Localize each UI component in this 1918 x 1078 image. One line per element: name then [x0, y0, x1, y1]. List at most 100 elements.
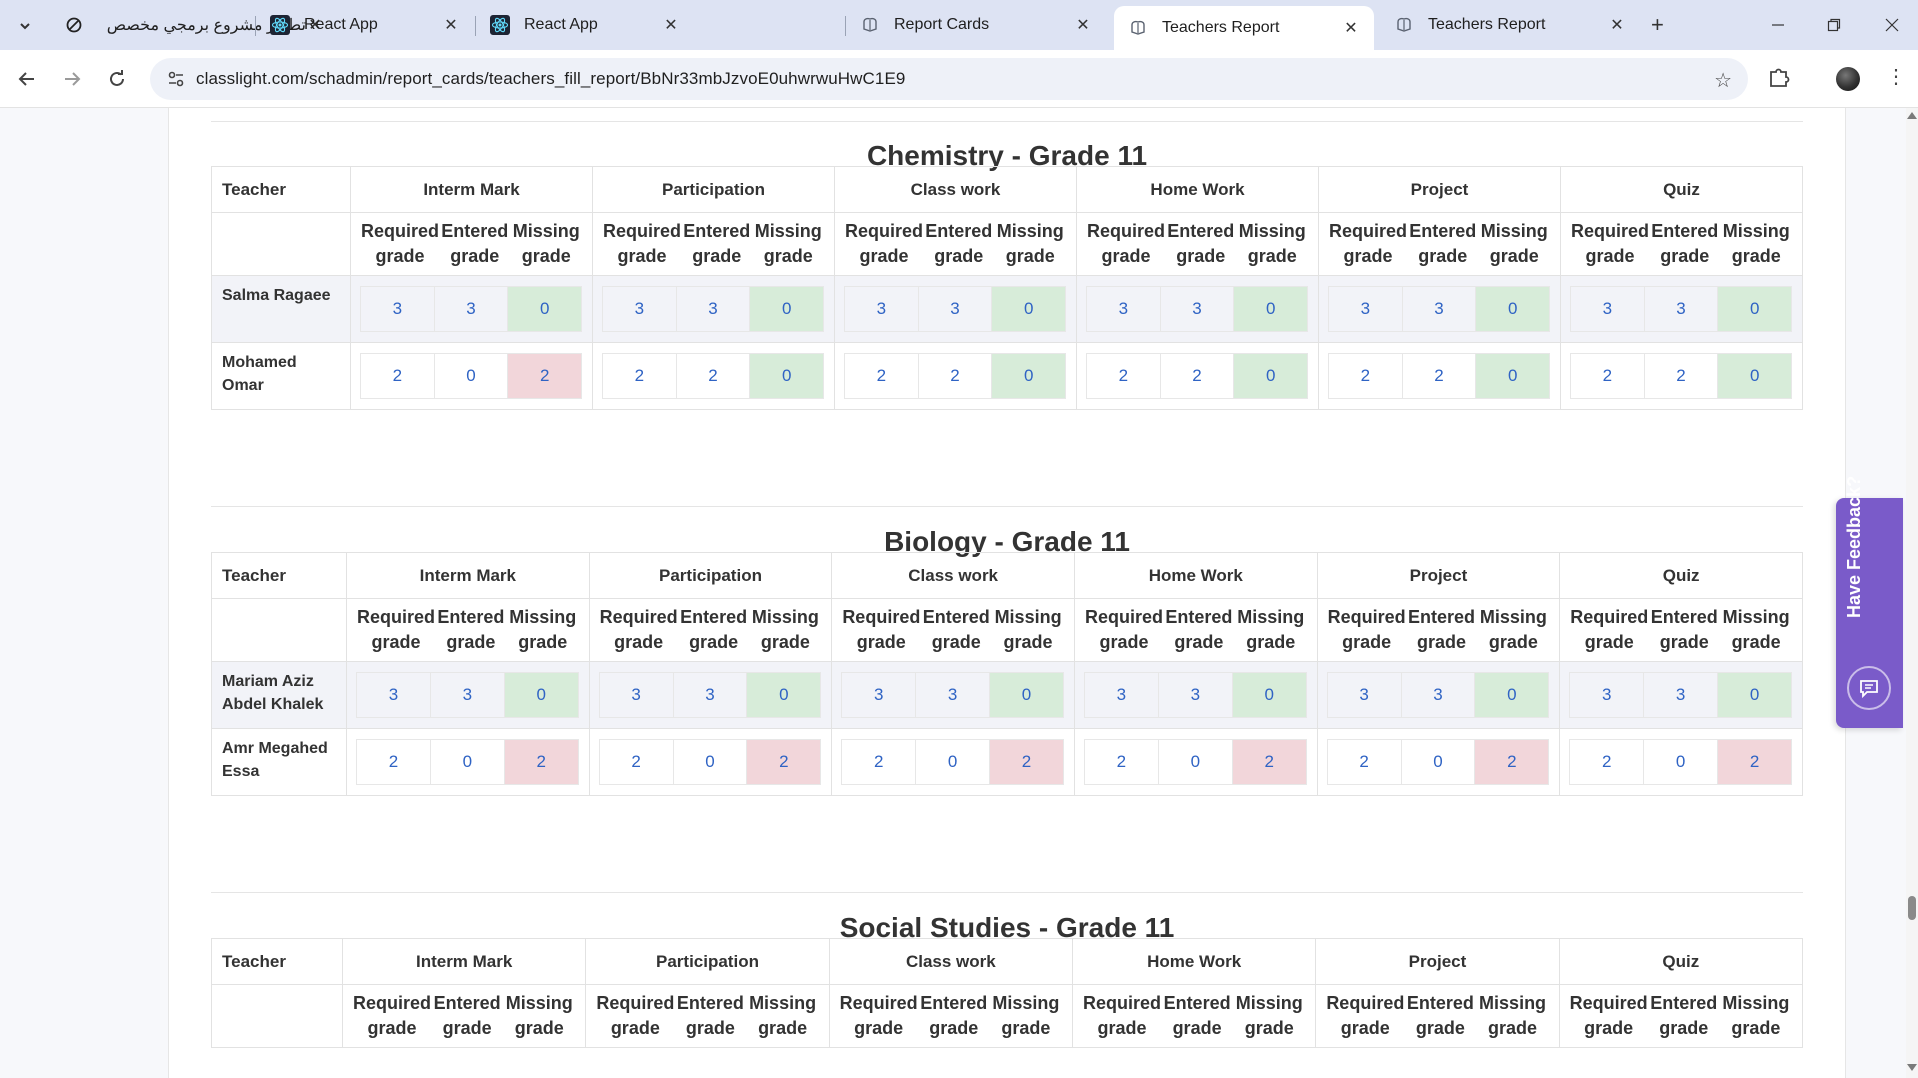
bookmark-star-icon[interactable]: ☆	[1714, 68, 1732, 93]
missing-value: 0	[991, 353, 1067, 399]
back-button[interactable]	[12, 64, 42, 94]
vertical-scrollbar[interactable]	[1906, 108, 1918, 1078]
required-value: 2	[598, 739, 674, 785]
url-text[interactable]: classlight.com/schadmin/report_cards/tea…	[196, 69, 905, 89]
tab-label: React App	[304, 16, 378, 33]
browser-tab[interactable]: Report Cards ✕	[846, 7, 1106, 43]
browser-tab[interactable]: React App ✕	[476, 7, 694, 43]
restore-button[interactable]	[1814, 10, 1854, 40]
sub-header: Required grade	[357, 607, 436, 652]
report-table: Teacher Interm Mark Participation Class …	[211, 552, 1803, 796]
close-window-button[interactable]	[1872, 10, 1912, 40]
tab-label: Teachers Report	[1162, 19, 1280, 36]
sub-header: Missing grade	[992, 993, 1060, 1038]
arrow-right-icon	[65, 72, 81, 86]
missing-value: 0	[1231, 672, 1307, 718]
browser-tab-active[interactable]: Teachers Report ✕	[1114, 6, 1374, 50]
missing-value: 0	[991, 286, 1067, 332]
teacher-column-header: Teacher	[211, 552, 347, 599]
reload-button[interactable]	[102, 64, 132, 94]
new-tab-button[interactable]: +	[1651, 12, 1664, 38]
sub-header: Required grade	[596, 993, 675, 1038]
feedback-tab[interactable]: Have Feedback?	[1836, 476, 1903, 728]
missing-value: 2	[989, 739, 1064, 785]
required-value: 3	[1570, 286, 1645, 332]
close-icon[interactable]: ✕	[442, 16, 460, 34]
scroll-up-arrow-icon[interactable]	[1907, 112, 1917, 119]
minimize-button[interactable]	[1758, 10, 1798, 40]
missing-value: 2	[503, 739, 579, 785]
required-value: 3	[1086, 286, 1161, 332]
required-value: 2	[1086, 353, 1161, 399]
react-icon	[490, 15, 510, 35]
close-icon[interactable]: ✕	[662, 16, 680, 34]
sub-header: Missing grade	[754, 221, 822, 266]
sub-header: Missing grade	[751, 607, 819, 652]
required-value: 3	[356, 672, 431, 718]
sub-header: Entered grade	[1167, 221, 1235, 266]
sub-header: Missing grade	[1722, 607, 1790, 652]
close-icon[interactable]: ✕	[1608, 16, 1626, 34]
required-value: 2	[1326, 739, 1402, 785]
address-bar[interactable]: classlight.com/schadmin/report_cards/tea…	[150, 58, 1748, 100]
site-settings-icon[interactable]	[156, 69, 196, 89]
missing-value: 0	[1474, 672, 1550, 718]
entered-value: 3	[672, 672, 748, 718]
required-value: 2	[360, 353, 435, 399]
sub-header: Required grade	[1571, 221, 1650, 266]
teacher-name: Mohamed Omar	[211, 342, 351, 410]
tab-label: Report Cards	[894, 16, 990, 33]
column-header: Class work	[831, 552, 1075, 599]
browser-tab[interactable]: Teachers Report ✕	[1380, 7, 1640, 43]
missing-value: 0	[1475, 353, 1551, 399]
entered-value: 2	[1401, 353, 1477, 399]
entered-value: 3	[429, 672, 505, 718]
required-value: 2	[356, 739, 431, 785]
sub-header: Missing grade	[749, 993, 817, 1038]
column-header: Project	[1318, 166, 1561, 213]
browser-tab[interactable]: React App ✕	[256, 7, 474, 43]
sub-header: Required grade	[1082, 993, 1161, 1038]
scroll-thumb[interactable]	[1908, 896, 1916, 920]
sub-header: Entered grade	[1163, 993, 1231, 1038]
sub-header: Missing grade	[1480, 221, 1548, 266]
chat-icon	[1847, 666, 1891, 710]
sub-header: Missing grade	[1479, 993, 1547, 1038]
missing-value: 2	[746, 739, 822, 785]
teacher-name: Amr Megahed Essa	[211, 728, 347, 796]
sub-header: Entered grade	[1165, 607, 1233, 652]
close-icon[interactable]: ✕	[1074, 16, 1092, 34]
column-header: Interm Mark	[346, 552, 590, 599]
required-value: 2	[1569, 739, 1645, 785]
missing-value: 0	[1233, 353, 1309, 399]
column-header: Quiz	[1558, 938, 1804, 985]
missing-value: 2	[1231, 739, 1307, 785]
teacher-column-header: Teacher	[211, 938, 343, 985]
forward-button[interactable]	[57, 64, 87, 94]
tab-label: Teachers Report	[1428, 16, 1546, 33]
sub-header: Entered grade	[1406, 993, 1474, 1038]
scroll-down-arrow-icon[interactable]	[1907, 1064, 1917, 1071]
tab-search-button[interactable]	[10, 11, 40, 41]
site-icon	[1394, 15, 1414, 35]
entered-value: 3	[1157, 672, 1233, 718]
teacher-name: Mariam Aziz Abdel Khalek	[211, 661, 347, 729]
missing-value: 0	[507, 286, 583, 332]
profile-avatar[interactable]	[1836, 67, 1860, 91]
missing-value: 0	[746, 672, 822, 718]
more-menu-icon[interactable]: ⋮	[1886, 64, 1906, 89]
teacher-name: Salma Ragaee	[211, 275, 351, 343]
sub-header: Entered grade	[676, 993, 744, 1038]
extensions-button[interactable]	[1766, 64, 1796, 94]
required-value: 2	[1328, 353, 1403, 399]
missing-value: 0	[503, 672, 579, 718]
missing-value: 2	[507, 353, 583, 399]
sub-header: Missing grade	[1238, 221, 1306, 266]
sub-header: Entered grade	[683, 221, 751, 266]
column-header: Participation	[592, 166, 835, 213]
entered-value: 2	[1643, 353, 1719, 399]
sub-header: Entered grade	[1650, 993, 1718, 1038]
close-icon[interactable]: ✕	[1342, 19, 1360, 37]
sub-header: Required grade	[599, 607, 678, 652]
sub-header: Required grade	[353, 993, 432, 1038]
